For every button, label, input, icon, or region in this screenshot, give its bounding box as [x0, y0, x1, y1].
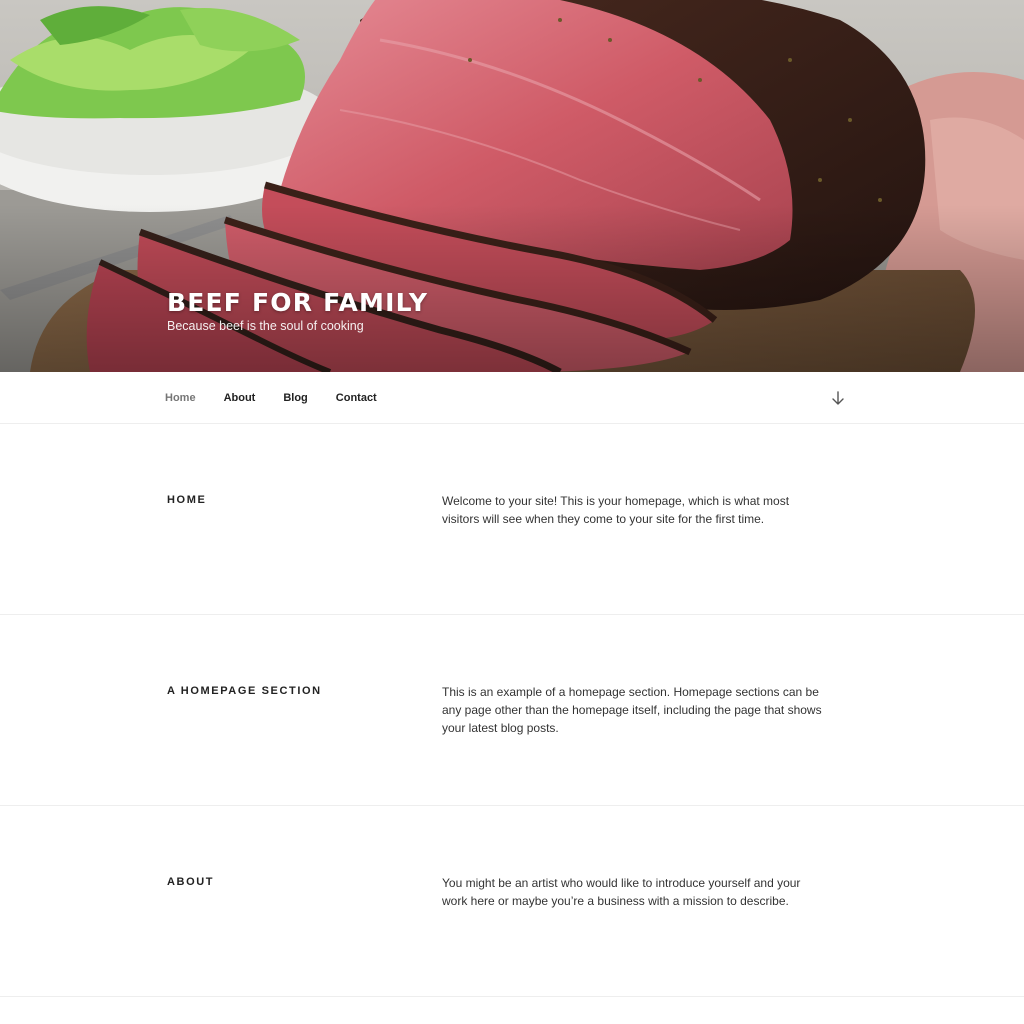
section-body: This is an example of a homepage section… [442, 685, 822, 735]
nav-item-home[interactable]: Home [165, 392, 196, 404]
header-hero: BEEF FOR FAMILY Because beef is the soul… [0, 0, 1024, 372]
section-body: Welcome to your site! This is your homep… [442, 494, 790, 526]
section-home: HOME Welcome to your site! This is your … [0, 424, 1024, 615]
main-navigation: Home About Blog Contact [0, 372, 1024, 424]
nav-item-blog[interactable]: Blog [283, 392, 307, 404]
section-about: ABOUT You might be an artist who would l… [0, 806, 1024, 997]
section-title[interactable]: HOME [167, 494, 206, 506]
site-branding: BEEF FOR FAMILY Because beef is the soul… [167, 287, 428, 333]
hero-image [0, 0, 1024, 372]
section-title[interactable]: ABOUT [167, 876, 214, 888]
section-title[interactable]: A HOMEPAGE SECTION [167, 685, 322, 697]
nav-item-about[interactable]: About [224, 392, 256, 404]
nav-menu: Home About Blog Contact [165, 372, 405, 424]
site-tagline: Because beef is the soul of cooking [167, 319, 364, 333]
site-title[interactable]: BEEF FOR FAMILY [167, 287, 428, 319]
arrow-down-icon[interactable] [830, 390, 846, 406]
section-body: You might be an artist who would like to… [442, 876, 801, 908]
section-homepage-section: A HOMEPAGE SECTION This is an example of… [0, 615, 1024, 806]
nav-item-contact[interactable]: Contact [336, 392, 377, 404]
